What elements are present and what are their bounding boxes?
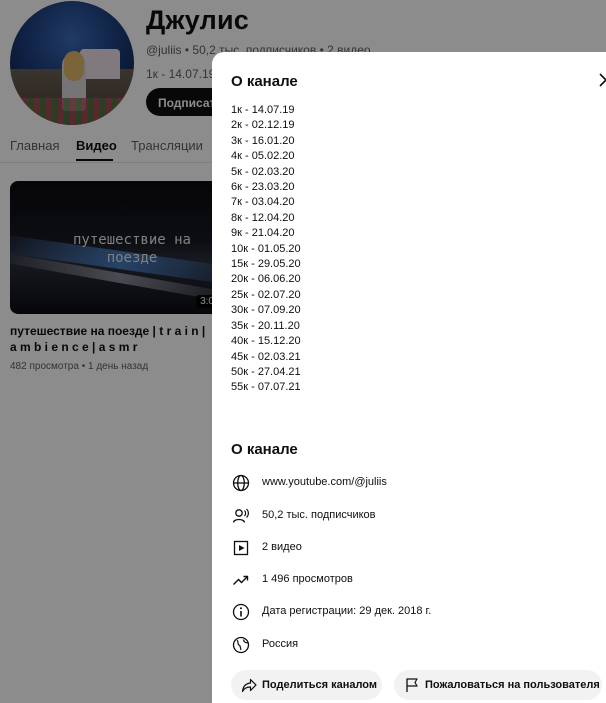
description-line: 50к - 27.04.21 [231,365,301,378]
share-channel-label: Поделиться каналом [262,679,378,691]
description-line: 4к - 05.02.20 [231,150,295,163]
description-line: 40к - 15.12.20 [231,335,301,348]
description-line: 55к - 07.07.21 [231,381,301,394]
description-line: 10к - 01.05.20 [231,242,301,255]
details-section-title: О канале [231,441,298,458]
description-line: 15к - 29.05.20 [231,258,301,271]
description-line: 25к - 02.07.20 [231,288,301,301]
info-icon [232,603,250,621]
join-date: Дата регистрации: 29 дек. 2018 г. [262,605,432,617]
report-user-button[interactable]: Пожаловаться на пользователя [394,670,602,700]
description-line: 6к - 23.03.20 [231,181,295,194]
trending-icon [233,575,249,585]
report-user-label: Пожаловаться на пользователя [425,679,600,691]
video-count: 2 видео [262,541,302,553]
flag-icon [406,678,418,692]
about-dialog: О канале 1к - 14.07.19 2к - 02.12.19 3к … [212,52,606,703]
description-line: 1к - 14.07.19 [231,104,295,116]
description-line: 8к - 12.04.20 [231,211,295,224]
view-count: 1 496 просмотров [262,573,353,585]
description-line: 35к - 20.11.20 [231,319,300,332]
globe-icon [232,474,250,492]
description-line: 3к - 16.01.20 [231,134,295,147]
description-line: 30к - 07.09.20 [231,304,301,317]
subscribers-icon [232,508,249,523]
globe-country-icon [232,636,250,654]
description-line: 9к - 21.04.20 [231,227,295,240]
subscriber-count: 50,2 тыс. подписчиков [262,509,376,521]
channel-url-link[interactable]: www.youtube.com/@juliis [262,476,387,488]
description-line: 2к - 02.12.19 [231,119,295,132]
video-icon [233,540,249,556]
country: Россия [262,638,299,650]
dialog-title: О канале [231,73,298,90]
share-channel-button[interactable]: Поделиться каналом [231,670,382,700]
share-icon [241,678,257,693]
close-icon[interactable] [596,70,606,90]
description-line: 5к - 02.03.20 [231,165,295,178]
description-line: 7к - 03.04.20 [231,196,295,209]
channel-description: 1к - 14.07.19 2к - 02.12.19 3к - 16.01.2… [231,103,301,396]
description-line: 45к - 02.03.21 [231,350,301,363]
description-line: 20к - 06.06.20 [231,273,301,286]
